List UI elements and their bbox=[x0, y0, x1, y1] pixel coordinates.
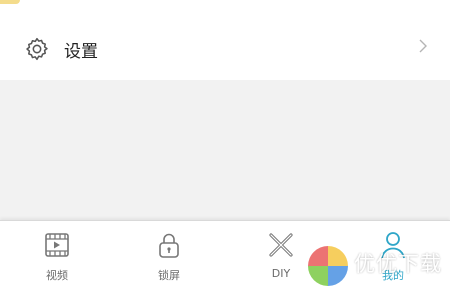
tab-video[interactable]: 视频 bbox=[1, 229, 113, 289]
gear-icon bbox=[26, 37, 48, 61]
tab-lockscreen[interactable]: 锁屏 bbox=[113, 229, 225, 289]
partial-avatar-edge bbox=[0, 0, 20, 4]
person-icon bbox=[381, 232, 405, 259]
lock-icon bbox=[159, 233, 179, 258]
bottom-tab-bar: 视频 锁屏 DIY 我的 bbox=[0, 220, 450, 301]
tab-video-label: 视频 bbox=[46, 269, 68, 282]
tab-diy-label: DIY bbox=[271, 267, 291, 280]
tab-mine-label: 我的 bbox=[382, 269, 404, 282]
settings-row[interactable]: 设置 bbox=[0, 24, 450, 80]
tab-lockscreen-label: 锁屏 bbox=[158, 269, 180, 282]
brush-tools-icon bbox=[269, 233, 293, 257]
settings-label: 设置 bbox=[64, 42, 98, 62]
video-icon bbox=[45, 233, 69, 257]
tab-diy[interactable]: DIY bbox=[225, 229, 337, 289]
empty-content-area bbox=[0, 80, 450, 220]
chevron-right-icon bbox=[419, 39, 427, 53]
top-strip bbox=[0, 0, 450, 24]
tab-mine[interactable]: 我的 bbox=[337, 229, 449, 289]
